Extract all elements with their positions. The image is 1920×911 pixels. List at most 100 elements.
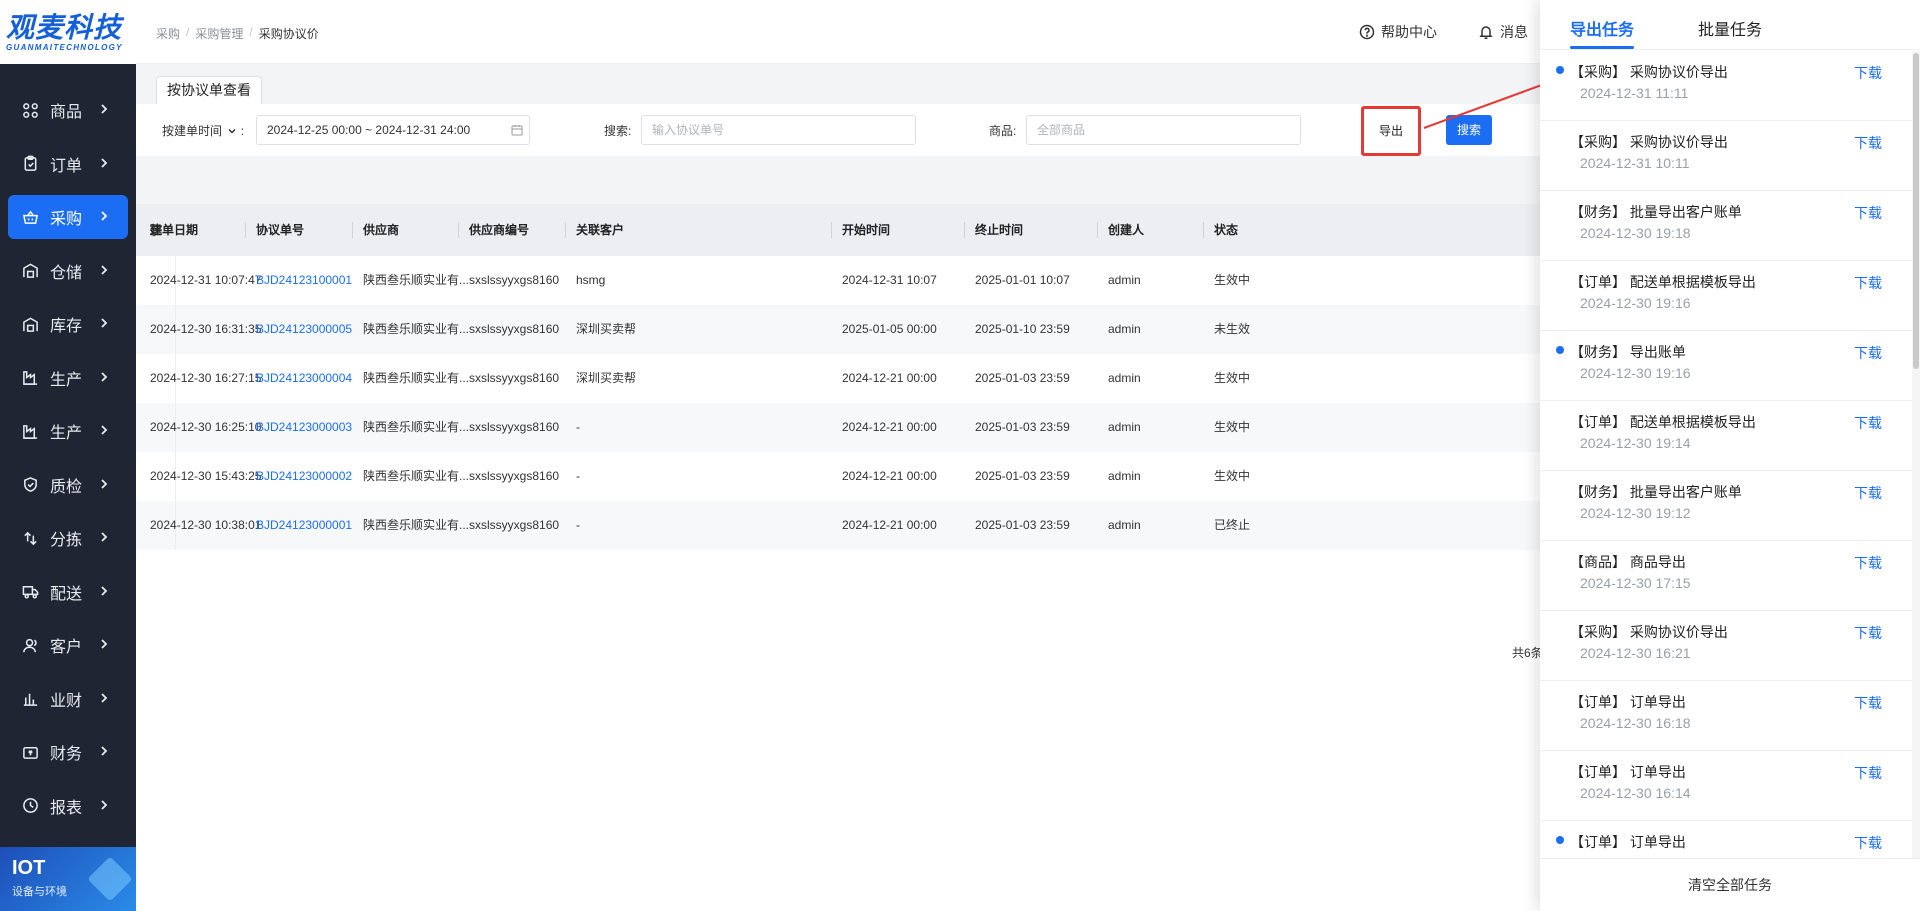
task-name: 【订单】 订单导出 bbox=[1570, 764, 1686, 780]
sidebar-item-9[interactable]: 配送 bbox=[8, 570, 128, 614]
tab-export-tasks[interactable]: 导出任务 bbox=[1570, 16, 1634, 40]
download-link[interactable]: 下载 bbox=[1854, 693, 1882, 713]
agreement-number-link[interactable]: BJD24123000001 bbox=[256, 501, 352, 550]
task-time: 2024-12-30 19:14 bbox=[1580, 435, 1691, 451]
chevron-right-icon bbox=[98, 637, 114, 653]
download-link[interactable]: 下载 bbox=[1854, 833, 1882, 853]
breadcrumb-item[interactable]: 采购 bbox=[156, 25, 180, 42]
task-list-scrollbar[interactable] bbox=[1912, 51, 1920, 858]
task-time: 2024-12-30 17:15 bbox=[1580, 575, 1691, 591]
scrollbar-thumb[interactable] bbox=[1913, 53, 1919, 369]
sidebar-item-8[interactable]: 分拣 bbox=[8, 516, 128, 560]
sidebar-item-label: 分拣 bbox=[50, 532, 83, 549]
table-cell: admin bbox=[1108, 273, 1141, 287]
sidebar-item-13[interactable]: 报表 bbox=[8, 784, 128, 828]
table-cell: admin bbox=[1108, 518, 1141, 532]
task-time: 2024-12-30 19:12 bbox=[1580, 505, 1691, 521]
chevron-right-icon bbox=[98, 316, 114, 332]
table-cell: hsmg bbox=[576, 273, 606, 287]
export-button[interactable]: 导出 bbox=[1361, 106, 1421, 156]
sidebar-item-12[interactable]: 财务 bbox=[8, 730, 128, 774]
column-header[interactable]: 供应商 bbox=[363, 204, 399, 256]
column-header[interactable]: 终止时间 bbox=[975, 204, 1023, 256]
download-link[interactable]: 下载 bbox=[1854, 623, 1882, 643]
column-header[interactable]: 协议单号 bbox=[256, 204, 304, 256]
agreement-search-input[interactable]: 输入协议单号 bbox=[641, 115, 916, 145]
agreement-number-link[interactable]: BJD24123000004 bbox=[256, 354, 352, 403]
truck-icon bbox=[21, 583, 39, 601]
table-cell: admin bbox=[1108, 322, 1141, 336]
sidebar-item-2[interactable]: 采购 bbox=[8, 195, 128, 239]
column-header[interactable]: 创建人 bbox=[1108, 204, 1144, 256]
download-link[interactable]: 下载 bbox=[1854, 133, 1882, 153]
sidebar-item-label: 采购 bbox=[50, 211, 83, 228]
sidebar-item-7[interactable]: 质检 bbox=[8, 463, 128, 507]
sidebar-item-4[interactable]: 库存 bbox=[8, 302, 128, 346]
column-header[interactable]: 状态 bbox=[1214, 204, 1238, 256]
table-cell: 2025-01-01 10:07 bbox=[975, 273, 1070, 287]
help-center-link[interactable]: 帮助中心 bbox=[1359, 22, 1437, 42]
sidebar-item-label: 财务 bbox=[50, 746, 83, 763]
agreement-number-link[interactable]: BJD24123000005 bbox=[256, 305, 352, 354]
table-cell: 生效中 bbox=[1214, 273, 1251, 287]
time-type-select[interactable]: 按建单时间 : bbox=[162, 122, 244, 139]
download-link[interactable]: 下载 bbox=[1854, 343, 1882, 363]
task-name: 【采购】 采购协议价导出 bbox=[1570, 134, 1728, 150]
download-link[interactable]: 下载 bbox=[1854, 763, 1882, 783]
sidebar-item-5[interactable]: 生产 bbox=[8, 356, 128, 400]
sidebar-item-1[interactable]: 订单 bbox=[8, 142, 128, 186]
sidebar-item-label: 库存 bbox=[50, 318, 83, 335]
agreement-number-link[interactable]: BJD24123100001 bbox=[256, 256, 352, 305]
agreement-number-link[interactable]: BJD24123000003 bbox=[256, 403, 352, 452]
iot-banner[interactable]: IOT 设备与环境 bbox=[0, 847, 136, 911]
date-range-picker[interactable]: 2024-12-25 00:00 ~ 2024-12-31 24:00 bbox=[256, 115, 530, 145]
download-link[interactable]: 下载 bbox=[1854, 273, 1882, 293]
sidebar-item-11[interactable]: 业财 bbox=[8, 677, 128, 721]
chevron-right-icon bbox=[98, 370, 114, 386]
sidebar-item-3[interactable]: 仓储 bbox=[8, 249, 128, 293]
column-header[interactable]: 开始时间 bbox=[842, 204, 890, 256]
clear-all-tasks-button[interactable]: 清空全部任务 bbox=[1540, 858, 1920, 911]
chevron-right-icon bbox=[98, 477, 114, 493]
table-cell: 生效中 bbox=[1214, 469, 1251, 483]
export-task-list: 【采购】 采购协议价导出 2024-12-31 11:11 下载 【采购】 采购协议价… bbox=[1540, 51, 1912, 858]
breadcrumb: 采购 / 采购管理 / 采购协议价 bbox=[156, 25, 319, 42]
table-cell: 2025-01-03 23:59 bbox=[975, 518, 1070, 532]
export-task-item: 【商品】 商品导出 2024-12-30 17:15 下载 bbox=[1540, 541, 1912, 611]
column-header[interactable]: 供应商编号 bbox=[469, 204, 529, 256]
download-link[interactable]: 下载 bbox=[1854, 203, 1882, 223]
message-link[interactable]: 消息 bbox=[1478, 22, 1528, 42]
shield-icon bbox=[21, 476, 39, 494]
chevron-down-icon bbox=[227, 125, 237, 139]
brand-logo[interactable]: 观麦科技 GUANMAITECHNOLOGY bbox=[0, 0, 136, 64]
table-cell: 2024-12-30 16:27:15 bbox=[150, 371, 262, 385]
unread-dot-icon bbox=[1556, 66, 1564, 74]
task-name: 【订单】 配送单根据模板导出 bbox=[1570, 274, 1756, 290]
sidebar-item-0[interactable]: 商品 bbox=[8, 88, 128, 132]
clock-icon bbox=[21, 797, 39, 815]
help-circle-icon bbox=[1359, 24, 1375, 40]
agreement-number-link[interactable]: BJD24123000002 bbox=[256, 452, 352, 501]
task-name: 【商品】 商品导出 bbox=[1570, 554, 1686, 570]
sidebar-item-6[interactable]: 生产 bbox=[8, 409, 128, 453]
sidebar-item-10[interactable]: 客户 bbox=[8, 623, 128, 667]
message-label: 消息 bbox=[1500, 24, 1528, 40]
table-cell: 2024-12-21 00:00 bbox=[842, 518, 937, 532]
column-header[interactable]: 建单日期 bbox=[150, 204, 198, 256]
table-cell: sxslssyyxgs8160 bbox=[469, 469, 560, 483]
goods-select[interactable]: 全部商品 bbox=[1026, 115, 1301, 145]
user-icon bbox=[21, 636, 39, 654]
task-time: 2024-12-30 19:18 bbox=[1580, 225, 1691, 241]
sidebar-item-label: 商品 bbox=[50, 104, 83, 121]
table-cell: 2024-12-31 10:07 bbox=[842, 273, 937, 287]
chevron-right-icon bbox=[98, 102, 114, 118]
download-link[interactable]: 下载 bbox=[1854, 63, 1882, 83]
column-header[interactable]: 关联客户 bbox=[576, 204, 624, 256]
tab-by-agreement[interactable]: 按协议单查看 bbox=[156, 76, 262, 104]
tab-batch-tasks[interactable]: 批量任务 bbox=[1698, 16, 1762, 40]
breadcrumb-item[interactable]: 采购管理 bbox=[195, 25, 243, 42]
download-link[interactable]: 下载 bbox=[1854, 413, 1882, 433]
download-link[interactable]: 下载 bbox=[1854, 483, 1882, 503]
download-link[interactable]: 下载 bbox=[1854, 553, 1882, 573]
logo-sub-text: GUANMAITECHNOLOGY bbox=[6, 42, 123, 52]
